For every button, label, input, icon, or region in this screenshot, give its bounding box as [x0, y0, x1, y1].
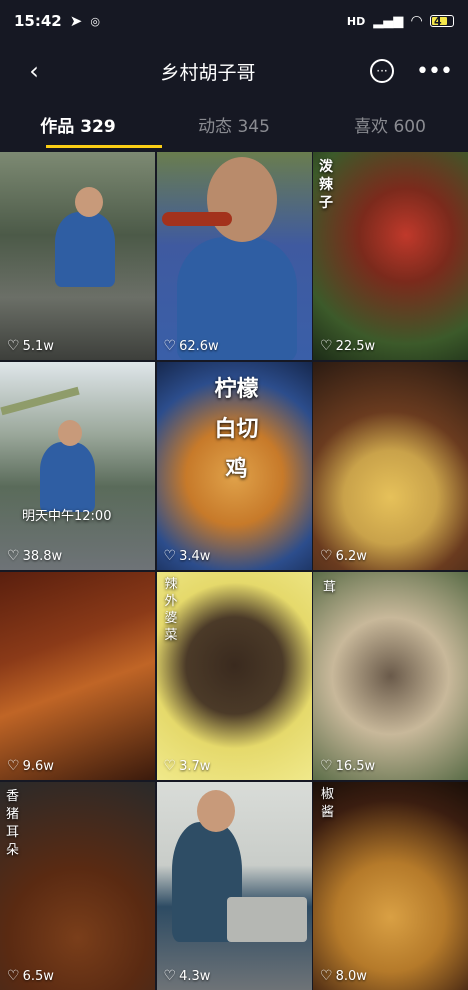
video-thumbnail[interactable]: ♡ 62.6w	[156, 152, 312, 360]
video-thumbnail[interactable]: 泼辣子 ♡ 22.5w	[313, 152, 468, 360]
network-label: HD	[346, 14, 366, 28]
more-dots-icon: •••	[416, 58, 453, 84]
like-count: ♡ 22.5w	[320, 338, 375, 354]
like-count: ♡ 5.1w	[7, 338, 54, 354]
heart-icon: ♡	[320, 338, 333, 354]
video-caption: 明天中午12:00	[22, 509, 112, 524]
heart-icon: ♡	[7, 548, 20, 564]
heart-icon: ♡	[163, 548, 177, 564]
status-right: HD ▂▄▆ ◠ 4	[347, 13, 454, 29]
like-count-value: 3.7w	[179, 758, 211, 774]
person-head	[58, 420, 82, 446]
like-count: ♡ 3.7w	[164, 758, 211, 774]
heart-icon: ♡	[7, 758, 20, 774]
tab-activity[interactable]: 动态 345	[156, 100, 312, 148]
like-count: ♡ 4.3w	[164, 968, 211, 984]
video-caption: 茸	[323, 580, 337, 595]
like-count-value: 16.5w	[335, 758, 376, 774]
video-caption: 椒酱	[321, 787, 335, 820]
heart-icon: ♡	[7, 338, 20, 354]
heart-icon: ♡	[163, 758, 177, 774]
heart-icon: ♡	[320, 968, 333, 984]
video-grid: ♡ 5.1w ♡ 62.6w 泼辣子 ♡ 22.5w 明天中午12:00 ♡ 38.8w…	[0, 152, 468, 990]
video-thumbnail[interactable]: 茸 ♡ 16.5w	[313, 572, 468, 780]
like-count-value: 6.2w	[335, 548, 367, 564]
person-figure	[40, 442, 95, 512]
cooking-pot	[226, 897, 307, 942]
like-count: ♡ 3.4w	[164, 548, 211, 564]
heart-icon: ♡	[320, 758, 333, 774]
status-bar: 15:42 ➤ ◎ HD ▂▄▆ ◠ 4	[0, 0, 468, 42]
heart-icon: ♡	[163, 968, 177, 984]
video-thumbnail[interactable]: ♡ 9.6w	[0, 572, 155, 780]
tab-likes[interactable]: 喜欢 600	[312, 100, 468, 148]
person-head	[206, 157, 277, 242]
nav-actions: ··· •••	[366, 55, 453, 87]
nav-bar: ‹ 乡村胡子哥 ··· •••	[0, 42, 468, 100]
profile-tabs: 作品 329 动态 345 喜欢 600	[0, 100, 468, 148]
heart-icon: ♡	[163, 338, 177, 354]
chat-button[interactable]: ···	[366, 55, 398, 87]
like-count-value: 4.3w	[179, 968, 211, 984]
chat-bubble-icon: ···	[369, 59, 394, 83]
chevron-left-icon: ‹	[29, 57, 39, 85]
app-notification-icon: ◎	[90, 14, 100, 28]
video-caption: 泼辣子	[319, 159, 333, 211]
page-title: 乡村胡子哥	[160, 61, 256, 84]
sausage	[161, 212, 232, 226]
like-count-value: 8.0w	[335, 968, 367, 984]
battery-level: 4	[434, 15, 442, 28]
like-count: ♡ 8.0w	[320, 968, 367, 984]
video-thumbnail[interactable]: 柠檬白切鸡 ♡ 3.4w	[156, 362, 312, 570]
battery-icon: 4	[430, 15, 454, 28]
like-count: ♡ 6.5w	[7, 968, 54, 984]
video-caption: 辣外婆菜	[164, 577, 178, 643]
video-thumbnail[interactable]: ♡ 4.3w	[156, 782, 312, 990]
like-count-value: 9.6w	[22, 758, 54, 774]
like-count: ♡ 16.5w	[320, 758, 375, 774]
like-count: ♡ 62.6w	[164, 338, 219, 354]
video-thumbnail[interactable]: 香猪耳朵 ♡ 6.5w	[0, 782, 155, 990]
person-figure	[55, 212, 115, 287]
video-thumbnail[interactable]: ♡ 5.1w	[0, 152, 155, 360]
status-left: 15:42 ➤ ◎	[14, 12, 100, 30]
like-count-value: 6.5w	[22, 968, 54, 984]
like-count-value: 38.8w	[22, 548, 63, 564]
active-tab-indicator	[46, 145, 162, 148]
like-count: ♡ 9.6w	[7, 758, 54, 774]
video-caption: 香猪耳朵	[6, 789, 20, 858]
like-count-value: 22.5w	[335, 338, 376, 354]
video-thumbnail[interactable]: 明天中午12:00 ♡ 38.8w	[0, 362, 155, 570]
like-count-value: 3.4w	[179, 548, 211, 564]
location-arrow-icon: ➤	[69, 12, 83, 30]
like-count: ♡ 38.8w	[7, 548, 62, 564]
like-count-value: 5.1w	[22, 338, 54, 354]
video-caption: 柠檬白切鸡	[214, 377, 259, 482]
person-head	[196, 790, 235, 832]
person-head	[75, 187, 103, 217]
more-button[interactable]: •••	[416, 55, 453, 87]
heart-icon: ♡	[320, 548, 333, 564]
video-thumbnail[interactable]: 椒酱 ♡ 8.0w	[313, 782, 468, 990]
like-count: ♡ 6.2w	[320, 548, 367, 564]
signal-icon: ▂▄▆	[373, 13, 404, 29]
heart-icon: ♡	[7, 968, 20, 984]
tab-works[interactable]: 作品 329	[0, 100, 156, 148]
video-thumbnail[interactable]: 辣外婆菜 ♡ 3.7w	[156, 572, 312, 780]
bamboo-pole	[0, 386, 80, 416]
like-count-value: 62.6w	[179, 338, 219, 354]
status-time: 15:42	[14, 12, 62, 30]
back-button[interactable]: ‹	[18, 55, 50, 87]
wifi-icon: ◠	[411, 13, 422, 29]
video-thumbnail[interactable]: ♡ 6.2w	[313, 362, 468, 570]
